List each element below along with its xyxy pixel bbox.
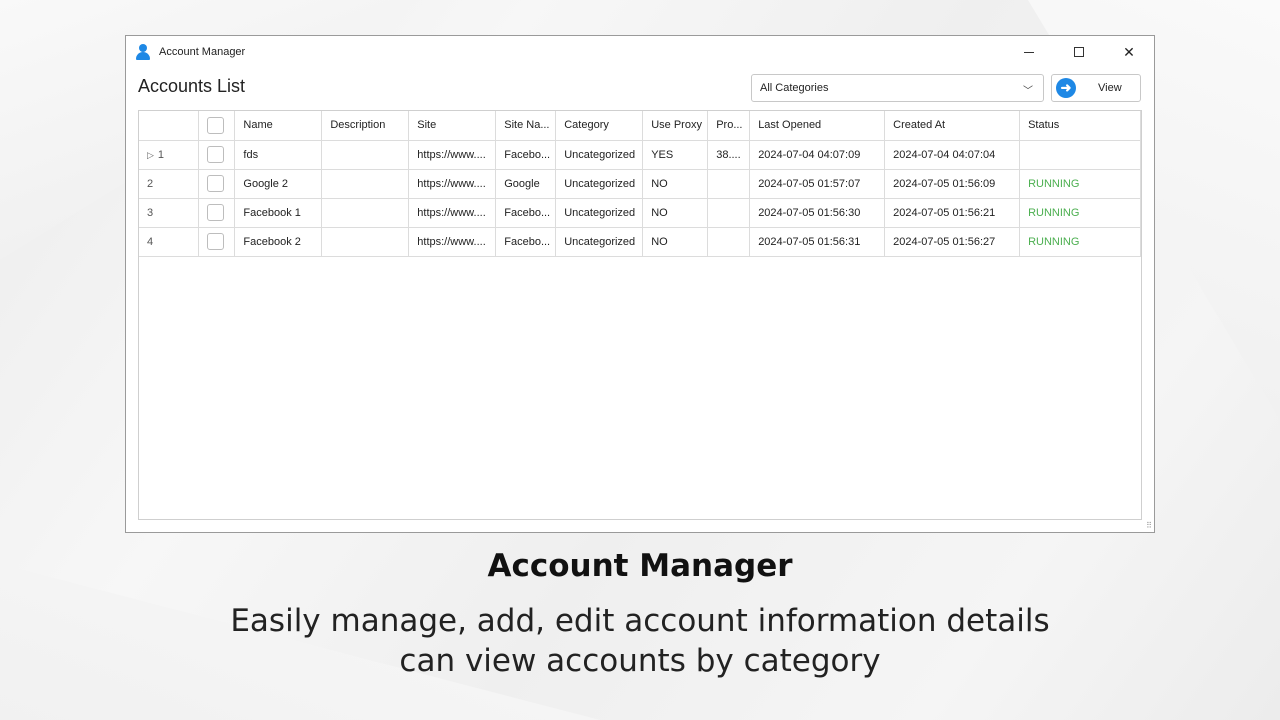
cell-description[interactable] [321,198,410,228]
user-icon [135,44,151,60]
cell-created-at[interactable]: 2024-07-04 04:07:04 [884,140,1021,170]
cell-description[interactable] [321,227,410,257]
caption-title: Account Manager [487,548,793,584]
table-header-row: Name Description Site Site Na... Categor… [139,111,1141,141]
column-header-status[interactable]: Status [1019,111,1141,141]
column-header-last-opened[interactable]: Last Opened [749,111,886,141]
row-checkbox-cell [198,140,236,170]
column-header-category[interactable]: Category [555,111,644,141]
cell-proxy[interactable] [707,198,751,228]
cell-description[interactable] [321,169,410,199]
cell-use-proxy[interactable]: NO [642,198,709,228]
table-row[interactable]: 3 Facebook 1 https://www.... Facebo... U… [139,198,1141,228]
cell-use-proxy[interactable]: YES [642,140,709,170]
cell-site[interactable]: https://www.... [408,169,497,199]
cell-name[interactable]: fds [234,140,323,170]
row-index: 3 [139,198,200,228]
cell-last-opened[interactable]: 2024-07-05 01:57:07 [749,169,886,199]
toolbar: Accounts List All Categories ﹀ ➜ View [126,68,1154,108]
column-header-use-proxy[interactable]: Use Proxy [642,111,709,141]
cell-category[interactable]: Uncategorized [555,227,644,257]
cell-last-opened[interactable]: 2024-07-05 01:56:30 [749,198,886,228]
view-button-label: View [1098,82,1122,94]
column-header-site[interactable]: Site [408,111,497,141]
column-header-created-at[interactable]: Created At [884,111,1021,141]
row-header-cell [139,111,200,141]
select-all-checkbox[interactable] [207,116,225,134]
resize-grip-icon[interactable]: ⠿ [1146,521,1152,530]
caption-line: Easily manage, add, edit account informa… [230,603,1050,639]
cell-site-name[interactable]: Facebo... [495,198,557,228]
cell-status[interactable] [1019,140,1141,170]
title-bar: Account Manager ✕ [126,36,1154,68]
row-checkbox-cell [198,198,236,228]
cell-name[interactable]: Facebook 1 [234,198,323,228]
cell-status[interactable]: RUNNING [1019,198,1141,228]
row-checkbox[interactable] [207,204,225,221]
column-header-description[interactable]: Description [321,111,410,141]
cell-last-opened[interactable]: 2024-07-04 04:07:09 [749,140,886,170]
maximize-button[interactable] [1054,36,1104,68]
page-title: Accounts List [138,76,246,96]
cell-site-name[interactable]: Facebo... [495,140,557,170]
view-button[interactable]: ➜ View [1051,74,1141,102]
row-checkbox[interactable] [207,233,225,250]
cell-status[interactable]: RUNNING [1019,169,1141,199]
cell-use-proxy[interactable]: NO [642,169,709,199]
cell-name[interactable]: Facebook 2 [234,227,323,257]
caption-line: can view accounts by category [399,643,881,679]
row-checkbox-cell [198,169,236,199]
cell-site[interactable]: https://www.... [408,227,497,257]
window-title: Account Manager [159,46,246,58]
cell-created-at[interactable]: 2024-07-05 01:56:27 [884,227,1021,257]
row-checkbox[interactable] [207,175,225,192]
app-window: Account Manager ✕ Accounts List All Cate… [125,35,1155,533]
cell-category[interactable]: Uncategorized [555,169,644,199]
category-select-value: All Categories [760,82,829,94]
window-controls: ✕ [1004,36,1154,68]
row-checkbox-cell [198,227,236,257]
cell-status[interactable]: RUNNING [1019,227,1141,257]
table-row[interactable]: 2 Google 2 https://www.... Google Uncate… [139,169,1141,199]
arrow-right-circle-icon: ➜ [1056,78,1076,98]
cell-site-name[interactable]: Google [495,169,557,199]
accounts-table: Name Description Site Site Na... Categor… [138,110,1142,520]
cell-created-at[interactable]: 2024-07-05 01:56:09 [884,169,1021,199]
column-header-name[interactable]: Name [234,111,323,141]
maximize-icon [1074,47,1084,57]
table-row[interactable]: ▷ 1 fds https://www.... Facebo... Uncateg… [139,140,1141,170]
category-select[interactable]: All Categories ﹀ [751,74,1044,102]
row-index: 4 [139,227,200,257]
cell-proxy[interactable]: 38.... [707,140,751,170]
cell-last-opened[interactable]: 2024-07-05 01:56:31 [749,227,886,257]
cell-category[interactable]: Uncategorized [555,140,644,170]
column-header-proxy[interactable]: Pro... [707,111,751,141]
cell-proxy[interactable] [707,227,751,257]
close-icon: ✕ [1123,43,1135,60]
minimize-button[interactable] [1004,36,1054,68]
cell-description[interactable] [321,140,410,170]
current-row-icon: ▷ [147,149,154,160]
column-header-site-name[interactable]: Site Na... [495,111,557,141]
cell-site[interactable]: https://www.... [408,198,497,228]
cell-name[interactable]: Google 2 [234,169,323,199]
cell-site[interactable]: https://www.... [408,140,497,170]
cell-created-at[interactable]: 2024-07-05 01:56:21 [884,198,1021,228]
table-row[interactable]: 4 Facebook 2 https://www.... Facebo... U… [139,227,1141,257]
select-all-cell [198,111,236,141]
cell-use-proxy[interactable]: NO [642,227,709,257]
chevron-down-icon: ﹀ [1023,86,1033,97]
close-button[interactable]: ✕ [1104,36,1154,68]
cell-category[interactable]: Uncategorized [555,198,644,228]
row-index: 2 [139,169,200,199]
cell-site-name[interactable]: Facebo... [495,227,557,257]
cell-proxy[interactable] [707,169,751,199]
minimize-icon [1024,51,1034,53]
row-checkbox[interactable] [207,146,225,163]
row-index: ▷ 1 [139,140,200,170]
